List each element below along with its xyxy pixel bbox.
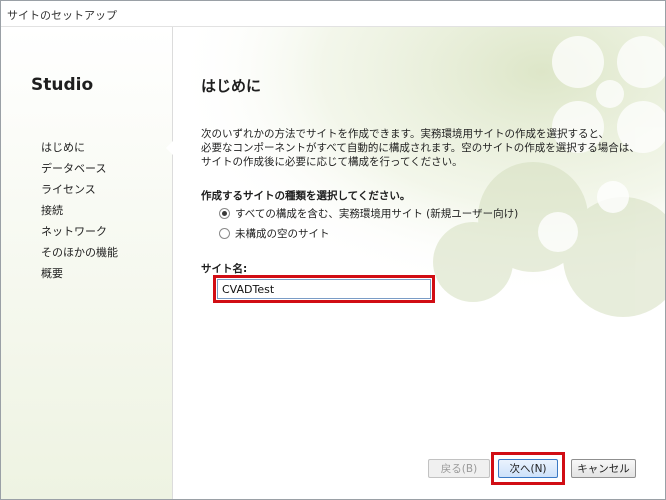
site-name-label: サイト名: bbox=[201, 263, 248, 275]
main-panel: はじめに 次のいずれかの方法でサイトを作成できます。実務環境用サイトの作成を選択… bbox=[173, 27, 665, 499]
radio-unchecked-icon[interactable] bbox=[219, 227, 230, 239]
setup-window: サイトのセットアップ Studio はじめに データベース ライセンス 接続 ネ… bbox=[0, 0, 666, 500]
intro-line: 次のいずれかの方法でサイトを作成できます。実務環境用サイトの作成を選択すると、 bbox=[201, 128, 610, 140]
nav-item-additional-features[interactable]: そのほかの機能 bbox=[41, 242, 118, 263]
radio-label[interactable]: すべての構成を含む、実務環境用サイト (新規ユーザー向け) bbox=[235, 206, 518, 221]
radio-checked-icon[interactable] bbox=[219, 207, 230, 219]
site-type-label: 作成するサイトの種類を選択してください。 bbox=[201, 190, 411, 202]
radio-empty-site[interactable]: 未構成の空のサイト bbox=[219, 225, 330, 241]
page-title: はじめに bbox=[201, 77, 262, 95]
title-bar: サイトのセットアップ bbox=[1, 1, 665, 27]
cancel-button[interactable]: キャンセル bbox=[571, 459, 636, 478]
nav-item-introduction[interactable]: はじめに bbox=[41, 137, 118, 158]
nav-item-licensing[interactable]: ライセンス bbox=[41, 179, 118, 200]
back-button[interactable]: 戻る(B) bbox=[428, 459, 490, 478]
next-button[interactable]: 次へ(N) bbox=[498, 459, 558, 478]
radio-label[interactable]: 未構成の空のサイト bbox=[235, 226, 330, 241]
window-title: サイトのセットアップ bbox=[7, 9, 117, 22]
nav-item-summary[interactable]: 概要 bbox=[41, 263, 118, 284]
nav-item-database[interactable]: データベース bbox=[41, 158, 118, 179]
site-name-input[interactable] bbox=[217, 279, 431, 299]
intro-line: 必要なコンポーネントがすべて自動的に構成されます。空のサイトの作成を選択する場合… bbox=[201, 142, 640, 154]
nav-item-network[interactable]: ネットワーク bbox=[41, 221, 118, 242]
intro-text: 次のいずれかの方法でサイトを作成できます。実務環境用サイトの作成を選択すると、 … bbox=[201, 127, 640, 169]
intro-line: サイトの作成後に必要に応じて構成を行ってください。 bbox=[201, 156, 463, 168]
product-name: Studio bbox=[31, 75, 94, 95]
radio-production-site[interactable]: すべての構成を含む、実務環境用サイト (新規ユーザー向け) bbox=[219, 205, 518, 221]
step-nav: はじめに データベース ライセンス 接続 ネットワーク そのほかの機能 概要 bbox=[41, 137, 118, 284]
active-step-pointer bbox=[166, 141, 173, 155]
nav-item-connection[interactable]: 接続 bbox=[41, 200, 118, 221]
